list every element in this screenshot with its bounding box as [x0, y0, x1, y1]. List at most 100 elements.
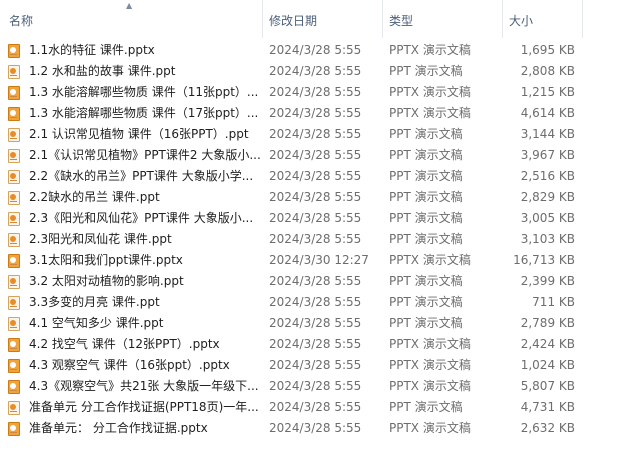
- file-name: 准备单元 分工合作找证据(PPT18页)一年...: [29, 400, 259, 414]
- file-size: 2,789 KB: [520, 316, 575, 330]
- file-type: PPT 演示文稿: [389, 190, 463, 204]
- file-date: 2024/3/28 5:55: [269, 421, 362, 435]
- file-date: 2024/3/28 5:55: [269, 232, 362, 246]
- ppt-file-icon: [8, 128, 20, 142]
- column-header-date[interactable]: 修改日期: [263, 0, 383, 38]
- file-size: 4,731 KB: [520, 400, 575, 414]
- file-date: 2024/3/30 12:27: [269, 253, 369, 267]
- file-name: 1.3 水能溶解哪些物质 课件（11张ppt）...: [29, 85, 259, 99]
- file-type: PPTX 演示文稿: [389, 421, 471, 435]
- file-row[interactable]: 准备单元： 分工合作找证据.pptx 2024/3/28 5:55 PPTX 演示文…: [0, 418, 644, 439]
- file-row[interactable]: 4.1 空气知多少 课件.ppt 2024/3/28 5:55 PPT 演示文稿 2,…: [0, 313, 644, 334]
- file-name: 2.1 认识常见植物 课件（16张PPT）.ppt: [29, 127, 249, 141]
- file-type: PPT 演示文稿: [389, 148, 463, 162]
- file-date: 2024/3/28 5:55: [269, 274, 362, 288]
- column-header-type-label: 类型: [389, 14, 414, 28]
- file-name: 4.3 观察空气 课件（16张ppt）.pptx: [29, 358, 230, 372]
- file-row[interactable]: 3.1太阳和我们ppt课件.pptx 2024/3/30 12:27 PPTX 演示…: [0, 250, 644, 271]
- file-row[interactable]: 2.1 认识常见植物 课件（16张PPT）.ppt 2024/3/28 5:55 P…: [0, 124, 644, 145]
- file-name: 4.3《观察空气》共21张 大象版一年级下...: [29, 379, 259, 393]
- file-size: 2,399 KB: [520, 274, 575, 288]
- file-name: 4.2 找空气 课件（12张PPT）.pptx: [29, 337, 220, 351]
- pptx-file-icon: [8, 254, 20, 268]
- file-row[interactable]: 4.2 找空气 课件（12张PPT）.pptx 2024/3/28 5:55 PPT…: [0, 334, 644, 355]
- file-row[interactable]: 2.3《阳光和风仙花》PPT课件 大象版小... 2024/3/28 5:55 PP…: [0, 208, 644, 229]
- file-type: PPTX 演示文稿: [389, 43, 471, 57]
- file-date: 2024/3/28 5:55: [269, 337, 362, 351]
- file-size: 3,005 KB: [520, 211, 575, 225]
- file-row[interactable]: 2.2缺水的吊兰 课件.ppt 2024/3/28 5:55 PPT 演示文稿 2,8…: [0, 187, 644, 208]
- file-type: PPTX 演示文稿: [389, 337, 471, 351]
- file-row[interactable]: 1.3 水能溶解哪些物质 课件（11张ppt）... 2024/3/28 5:55…: [0, 82, 644, 103]
- pptx-file-icon: [8, 107, 20, 121]
- file-row[interactable]: 3.3多变的月亮 课件.ppt 2024/3/28 5:55 PPT 演示文稿 711…: [0, 292, 644, 313]
- file-type: PPTX 演示文稿: [389, 253, 471, 267]
- ppt-file-icon: [8, 233, 20, 247]
- file-date: 2024/3/28 5:55: [269, 148, 362, 162]
- file-name: 2.3阳光和凤仙花 课件.ppt: [29, 232, 172, 246]
- file-size: 1,695 KB: [520, 43, 575, 57]
- file-type: PPT 演示文稿: [389, 232, 463, 246]
- file-row[interactable]: 4.3《观察空气》共21张 大象版一年级下... 2024/3/28 5:55 PP…: [0, 376, 644, 397]
- file-name: 2.3《阳光和风仙花》PPT课件 大象版小...: [29, 211, 254, 225]
- file-type: PPT 演示文稿: [389, 295, 463, 309]
- file-type: PPTX 演示文稿: [389, 379, 471, 393]
- file-row[interactable]: 2.1《认识常见植物》PPT课件2 大象版小... 2024/3/28 5:55 P…: [0, 145, 644, 166]
- file-size: 2,808 KB: [520, 64, 575, 78]
- file-size: 3,967 KB: [520, 148, 575, 162]
- file-row[interactable]: 4.3 观察空气 课件（16张ppt）.pptx 2024/3/28 5:55 PP…: [0, 355, 644, 376]
- column-header-type[interactable]: 类型: [383, 0, 503, 38]
- file-row[interactable]: 准备单元 分工合作找证据(PPT18页)一年... 2024/3/28 5:55 P…: [0, 397, 644, 418]
- file-type: PPT 演示文稿: [389, 169, 463, 183]
- file-size: 5,807 KB: [520, 379, 575, 393]
- file-date: 2024/3/28 5:55: [269, 379, 362, 393]
- file-date: 2024/3/28 5:55: [269, 85, 362, 99]
- file-date: 2024/3/28 5:55: [269, 211, 362, 225]
- file-row[interactable]: 1.3 水能溶解哪些物质 课件（17张ppt）... 2024/3/28 5:55…: [0, 103, 644, 124]
- ppt-file-icon: [8, 149, 20, 163]
- column-header-name[interactable]: ▲ 名称: [0, 0, 263, 38]
- file-date: 2024/3/28 5:55: [269, 316, 362, 330]
- file-name: 3.3多变的月亮 课件.ppt: [29, 295, 160, 309]
- file-size: 2,632 KB: [520, 421, 575, 435]
- file-type: PPT 演示文稿: [389, 316, 463, 330]
- file-size: 711 KB: [532, 295, 575, 309]
- ppt-file-icon: [8, 275, 20, 289]
- file-type: PPT 演示文稿: [389, 274, 463, 288]
- file-type: PPT 演示文稿: [389, 127, 463, 141]
- file-date: 2024/3/28 5:55: [269, 295, 362, 309]
- ppt-file-icon: [8, 296, 20, 310]
- file-row[interactable]: 3.2 太阳对动植物的影响.ppt 2024/3/28 5:55 PPT 演示文稿 2…: [0, 271, 644, 292]
- file-name: 1.1水的特征 课件.pptx: [29, 43, 155, 57]
- file-date: 2024/3/28 5:55: [269, 400, 362, 414]
- file-size: 2,516 KB: [520, 169, 575, 183]
- file-row[interactable]: 2.3阳光和凤仙花 课件.ppt 2024/3/28 5:55 PPT 演示文稿 3,…: [0, 229, 644, 250]
- file-type: PPT 演示文稿: [389, 400, 463, 414]
- ppt-file-icon: [8, 65, 20, 79]
- file-name: 3.2 太阳对动植物的影响.ppt: [29, 274, 184, 288]
- file-row[interactable]: 2.2《缺水的吊兰》PPT课件 大象版小学... 2024/3/28 5:55 PP…: [0, 166, 644, 187]
- file-date: 2024/3/28 5:55: [269, 190, 362, 204]
- ppt-file-icon: [8, 212, 20, 226]
- sort-ascending-icon: ▲: [126, 1, 133, 10]
- file-type: PPT 演示文稿: [389, 211, 463, 225]
- file-row[interactable]: 1.2 水和盐的故事 课件.ppt 2024/3/28 5:55 PPT 演示文稿 2…: [0, 61, 644, 82]
- file-type: PPTX 演示文稿: [389, 106, 471, 120]
- file-name: 1.3 水能溶解哪些物质 课件（17张ppt）...: [29, 106, 259, 120]
- file-name: 2.2《缺水的吊兰》PPT课件 大象版小学...: [29, 169, 254, 183]
- file-name: 准备单元： 分工合作找证据.pptx: [29, 421, 208, 435]
- file-name: 2.1《认识常见植物》PPT课件2 大象版小...: [29, 148, 261, 162]
- column-header-date-label: 修改日期: [269, 14, 318, 28]
- column-header-size[interactable]: 大小: [503, 0, 583, 38]
- file-date: 2024/3/28 5:55: [269, 127, 362, 141]
- column-header-size-label: 大小: [509, 14, 534, 28]
- pptx-file-icon: [8, 380, 20, 394]
- file-size: 1,215 KB: [520, 85, 575, 99]
- pptx-file-icon: [8, 44, 20, 58]
- pptx-file-icon: [8, 86, 20, 100]
- pptx-file-icon: [8, 338, 20, 352]
- file-date: 2024/3/28 5:55: [269, 43, 362, 57]
- file-row[interactable]: 1.1水的特征 课件.pptx 2024/3/28 5:55 PPTX 演示文稿 1,…: [0, 40, 644, 61]
- file-name: 3.1太阳和我们ppt课件.pptx: [29, 253, 183, 267]
- file-date: 2024/3/28 5:55: [269, 106, 362, 120]
